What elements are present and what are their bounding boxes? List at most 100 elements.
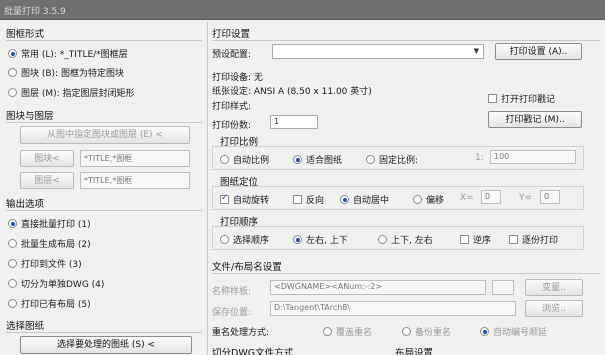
paper-label: 纸张设定: ANSI A (8.50 x 11.00 英寸) <box>212 87 372 97</box>
radio-icon <box>8 49 17 58</box>
scale-fit-option[interactable]: 适合图纸 <box>293 153 342 166</box>
print-section-title: 打印设置 <box>212 29 251 40</box>
order-reverse-checkbox[interactable]: 逆序 <box>460 233 491 246</box>
radio-icon <box>8 88 17 97</box>
radio-icon <box>8 299 17 308</box>
copies-label: 打印份数: <box>212 121 252 131</box>
layer-pick-button[interactable]: 图层< <box>20 172 74 189</box>
radio-icon <box>220 235 229 244</box>
copies-field[interactable]: 1 <box>270 115 318 129</box>
checkbox-icon <box>293 195 302 204</box>
style-section-title: 图框形式 <box>6 29 45 40</box>
dup-auto-option[interactable]: 自动编号顺延 <box>480 325 547 338</box>
radio-icon <box>413 195 422 204</box>
print-settings-button[interactable]: 打印设置 (A).. <box>495 43 582 60</box>
name-extra-field[interactable] <box>492 280 514 295</box>
output-option-generate-layout[interactable]: 批量生成布局 (2) <box>8 237 91 250</box>
offset-x-label: X= <box>460 193 474 203</box>
name-template-field[interactable]: <DWGNAME><ANum:-:2> <box>270 280 486 295</box>
output-option-split-dwg[interactable]: 切分为单独DWG (4) <box>8 277 104 290</box>
print-section-divider <box>212 40 600 41</box>
offset-y-label: Y= <box>519 193 533 203</box>
auto-rotate-checkbox[interactable]: 自动旋转 <box>220 193 269 206</box>
checkbox-icon <box>220 193 229 204</box>
save-location-field[interactable]: D:\Tangent\TArch8\ <box>270 301 516 316</box>
output-option-print-to-file[interactable]: 打印到文件 (3) <box>8 257 82 270</box>
print-style-label: 打印样式: <box>212 102 252 112</box>
block-pick-button[interactable]: 图块< <box>20 150 74 167</box>
split-section-title: 切分DWG文件方式 <box>212 348 294 355</box>
order-tb-label: 上下, 左右 <box>391 236 433 246</box>
file-section-divider <box>212 273 600 274</box>
reverse-label: 反向 <box>306 196 325 206</box>
radio-icon <box>366 155 375 164</box>
output-section-divider <box>6 210 202 211</box>
select-drawings-button[interactable]: 选择要处理的图纸 (S) < <box>20 336 192 354</box>
offset-x-field[interactable]: 0 <box>481 190 501 204</box>
offset-y-field[interactable]: 0 <box>540 190 560 204</box>
select-section-title: 选择图纸 <box>6 321 45 332</box>
auto-center-option[interactable]: 自动居中 <box>340 193 389 206</box>
layout-section-title: 布局设置 <box>395 348 434 355</box>
panel-divider <box>207 22 208 355</box>
order-lr-label: 左右, 上下 <box>306 236 348 246</box>
style-option-block-label: 图块 (B): 图框为特定图块 <box>21 69 124 79</box>
output-option-label: 打印到文件 (3) <box>21 260 82 270</box>
block-name-field[interactable]: *TITLE,*图框 <box>80 150 190 167</box>
radio-icon <box>8 219 17 228</box>
offset-option[interactable]: 偏移 <box>413 193 444 206</box>
style-option-layer-label: 图层 (M): 指定图层封闭矩形 <box>21 89 135 99</box>
scale-fixed-option[interactable]: 固定比例: <box>366 153 418 166</box>
blocks-section-title: 图块与图层 <box>6 111 54 122</box>
order-collate-checkbox[interactable]: 逐份打印 <box>509 233 558 246</box>
output-section-title: 输出选项 <box>6 199 45 210</box>
checkbox-icon <box>509 235 518 244</box>
offset-label: 偏移 <box>426 196 445 206</box>
name-template-label: 名称样板: <box>212 287 252 297</box>
order-collate-label: 逐份打印 <box>522 236 559 246</box>
style-option-common[interactable]: 常用 (L): *_TITLE/*图框层 <box>8 47 128 60</box>
style-option-layer[interactable]: 图层 (M): 指定图层封闭矩形 <box>8 86 135 99</box>
scale-fit-label: 适合图纸 <box>306 156 343 166</box>
open-stamp-checkbox[interactable]: 打开打印戳记 <box>488 92 555 105</box>
dup-backup-option[interactable]: 备份重名 <box>402 325 451 338</box>
radio-icon <box>378 235 387 244</box>
output-option-print-layouts[interactable]: 打印已有布局 (5) <box>8 297 91 310</box>
style-option-common-label: 常用 (L): *_TITLE/*图框层 <box>21 50 128 60</box>
scale-fixed-label: 固定比例: <box>379 156 419 166</box>
style-option-block[interactable]: 图块 (B): 图框为特定图块 <box>8 66 124 79</box>
radio-icon <box>402 327 411 336</box>
preset-dropdown[interactable]: ▼ <box>272 44 484 59</box>
order-select-label: 选择顺序 <box>233 236 270 246</box>
order-select-option[interactable]: 选择顺序 <box>220 233 269 246</box>
variable-button[interactable]: 变量.. <box>525 279 583 296</box>
radio-icon <box>340 195 349 204</box>
style-section-divider <box>6 40 202 41</box>
radio-icon <box>8 239 17 248</box>
blocks-section-divider <box>6 122 202 123</box>
device-label: 打印设备: 无 <box>212 73 263 83</box>
pick-block-layer-button[interactable]: 从图中指定图块或图层 (E) < <box>20 126 190 144</box>
radio-icon <box>8 68 17 77</box>
checkbox-icon <box>460 235 469 244</box>
reverse-checkbox[interactable]: 反向 <box>293 193 324 206</box>
scale-auto-option[interactable]: 自动比例 <box>220 153 269 166</box>
radio-icon <box>293 155 302 164</box>
file-section-title: 文件/布局名设置 <box>212 262 282 273</box>
output-option-label: 直接批量打印 (1) <box>21 220 91 230</box>
scale-value-field[interactable]: 100 <box>490 150 576 164</box>
dup-backup-label: 备份重名 <box>415 328 452 338</box>
dup-overwrite-label: 覆盖重名 <box>336 328 373 338</box>
scale-prefix-label: 1: <box>475 153 484 163</box>
open-stamp-label: 打开打印戳记 <box>501 95 556 105</box>
radio-icon <box>220 155 229 164</box>
order-tb-option[interactable]: 上下, 左右 <box>378 233 433 246</box>
title-bar: 批量打印 3.5.9 <box>0 0 605 20</box>
order-lr-option[interactable]: 左右, 上下 <box>293 233 348 246</box>
dup-overwrite-option[interactable]: 覆盖重名 <box>323 325 372 338</box>
auto-center-label: 自动居中 <box>353 196 390 206</box>
output-option-direct-print[interactable]: 直接批量打印 (1) <box>8 217 91 230</box>
layer-name-field[interactable]: *TITLE,*图框 <box>80 172 190 189</box>
print-stamp-button[interactable]: 打印戳记 (M).. <box>488 111 582 128</box>
browse-button[interactable]: 浏览.. <box>525 300 583 317</box>
